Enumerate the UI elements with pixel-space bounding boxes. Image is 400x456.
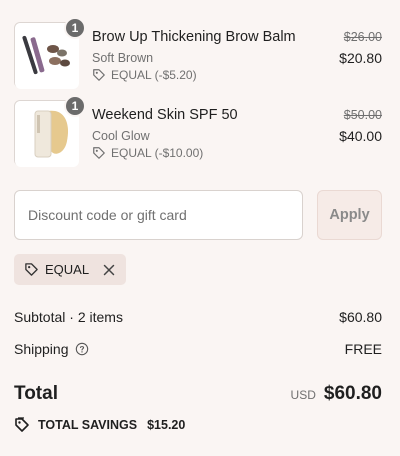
discount-code-input[interactable] <box>14 190 303 240</box>
savings-amount: $15.20 <box>147 418 186 432</box>
total-amount: $60.80 <box>323 383 382 404</box>
shipping-label-group: Shipping <box>14 341 89 357</box>
item-title: Weekend Skin SPF 50 <box>92 107 238 123</box>
shipping-value: FREE <box>344 341 382 357</box>
item-discount-label: EQUAL (-$5.20) <box>111 68 197 82</box>
shipping-row: Shipping FREE <box>14 341 382 357</box>
applied-code-label: EQUAL <box>45 262 90 277</box>
savings-tag-icon <box>14 417 30 433</box>
total-amount-group: USD $60.80 <box>291 383 382 405</box>
item-title: Brow Up Thickening Brow Balm <box>92 29 296 45</box>
subtotal-row: Subtotal · 2 items $60.80 <box>14 309 382 325</box>
line-item: 1 Brow Up Thickening Brow Balm Soft Brow… <box>14 17 384 89</box>
item-variant: Cool Glow <box>92 129 150 143</box>
total-row: Total USD $60.80 <box>14 383 382 405</box>
final-price: $40.00 <box>339 128 382 144</box>
quantity-badge: 1 <box>64 17 86 39</box>
item-discount: EQUAL (-$10.00) <box>92 146 203 160</box>
final-price: $20.80 <box>339 50 382 66</box>
product-image-brow-balm: 1 <box>14 17 86 89</box>
item-discount: EQUAL (-$5.20) <box>92 68 197 82</box>
currency-code: USD <box>290 388 316 402</box>
original-price: $50.00 <box>343 108 382 122</box>
applied-discount-chip: EQUAL <box>14 254 127 285</box>
help-icon[interactable] <box>75 342 89 356</box>
quantity-badge: 1 <box>64 95 86 117</box>
item-variant: Soft Brown <box>92 51 154 65</box>
line-item: 1 Weekend Skin SPF 50 Cool Glow EQUAL (-… <box>14 95 384 167</box>
tag-icon <box>24 262 39 277</box>
apply-button[interactable]: Apply <box>317 190 382 240</box>
original-price: $26.00 <box>343 30 382 44</box>
total-label: Total <box>14 383 58 404</box>
close-icon[interactable] <box>101 262 117 278</box>
shipping-label: Shipping <box>14 341 69 357</box>
subtotal-label: Subtotal · 2 items <box>14 309 123 325</box>
subtotal-value: $60.80 <box>339 309 382 325</box>
item-discount-label: EQUAL (-$10.00) <box>111 146 204 160</box>
total-savings-row: TOTAL SAVINGS $15.20 <box>14 417 185 433</box>
savings-label: TOTAL SAVINGS <box>38 418 138 432</box>
product-image-spf: 1 <box>14 95 86 167</box>
tag-icon <box>92 146 106 160</box>
tag-icon <box>92 68 106 82</box>
